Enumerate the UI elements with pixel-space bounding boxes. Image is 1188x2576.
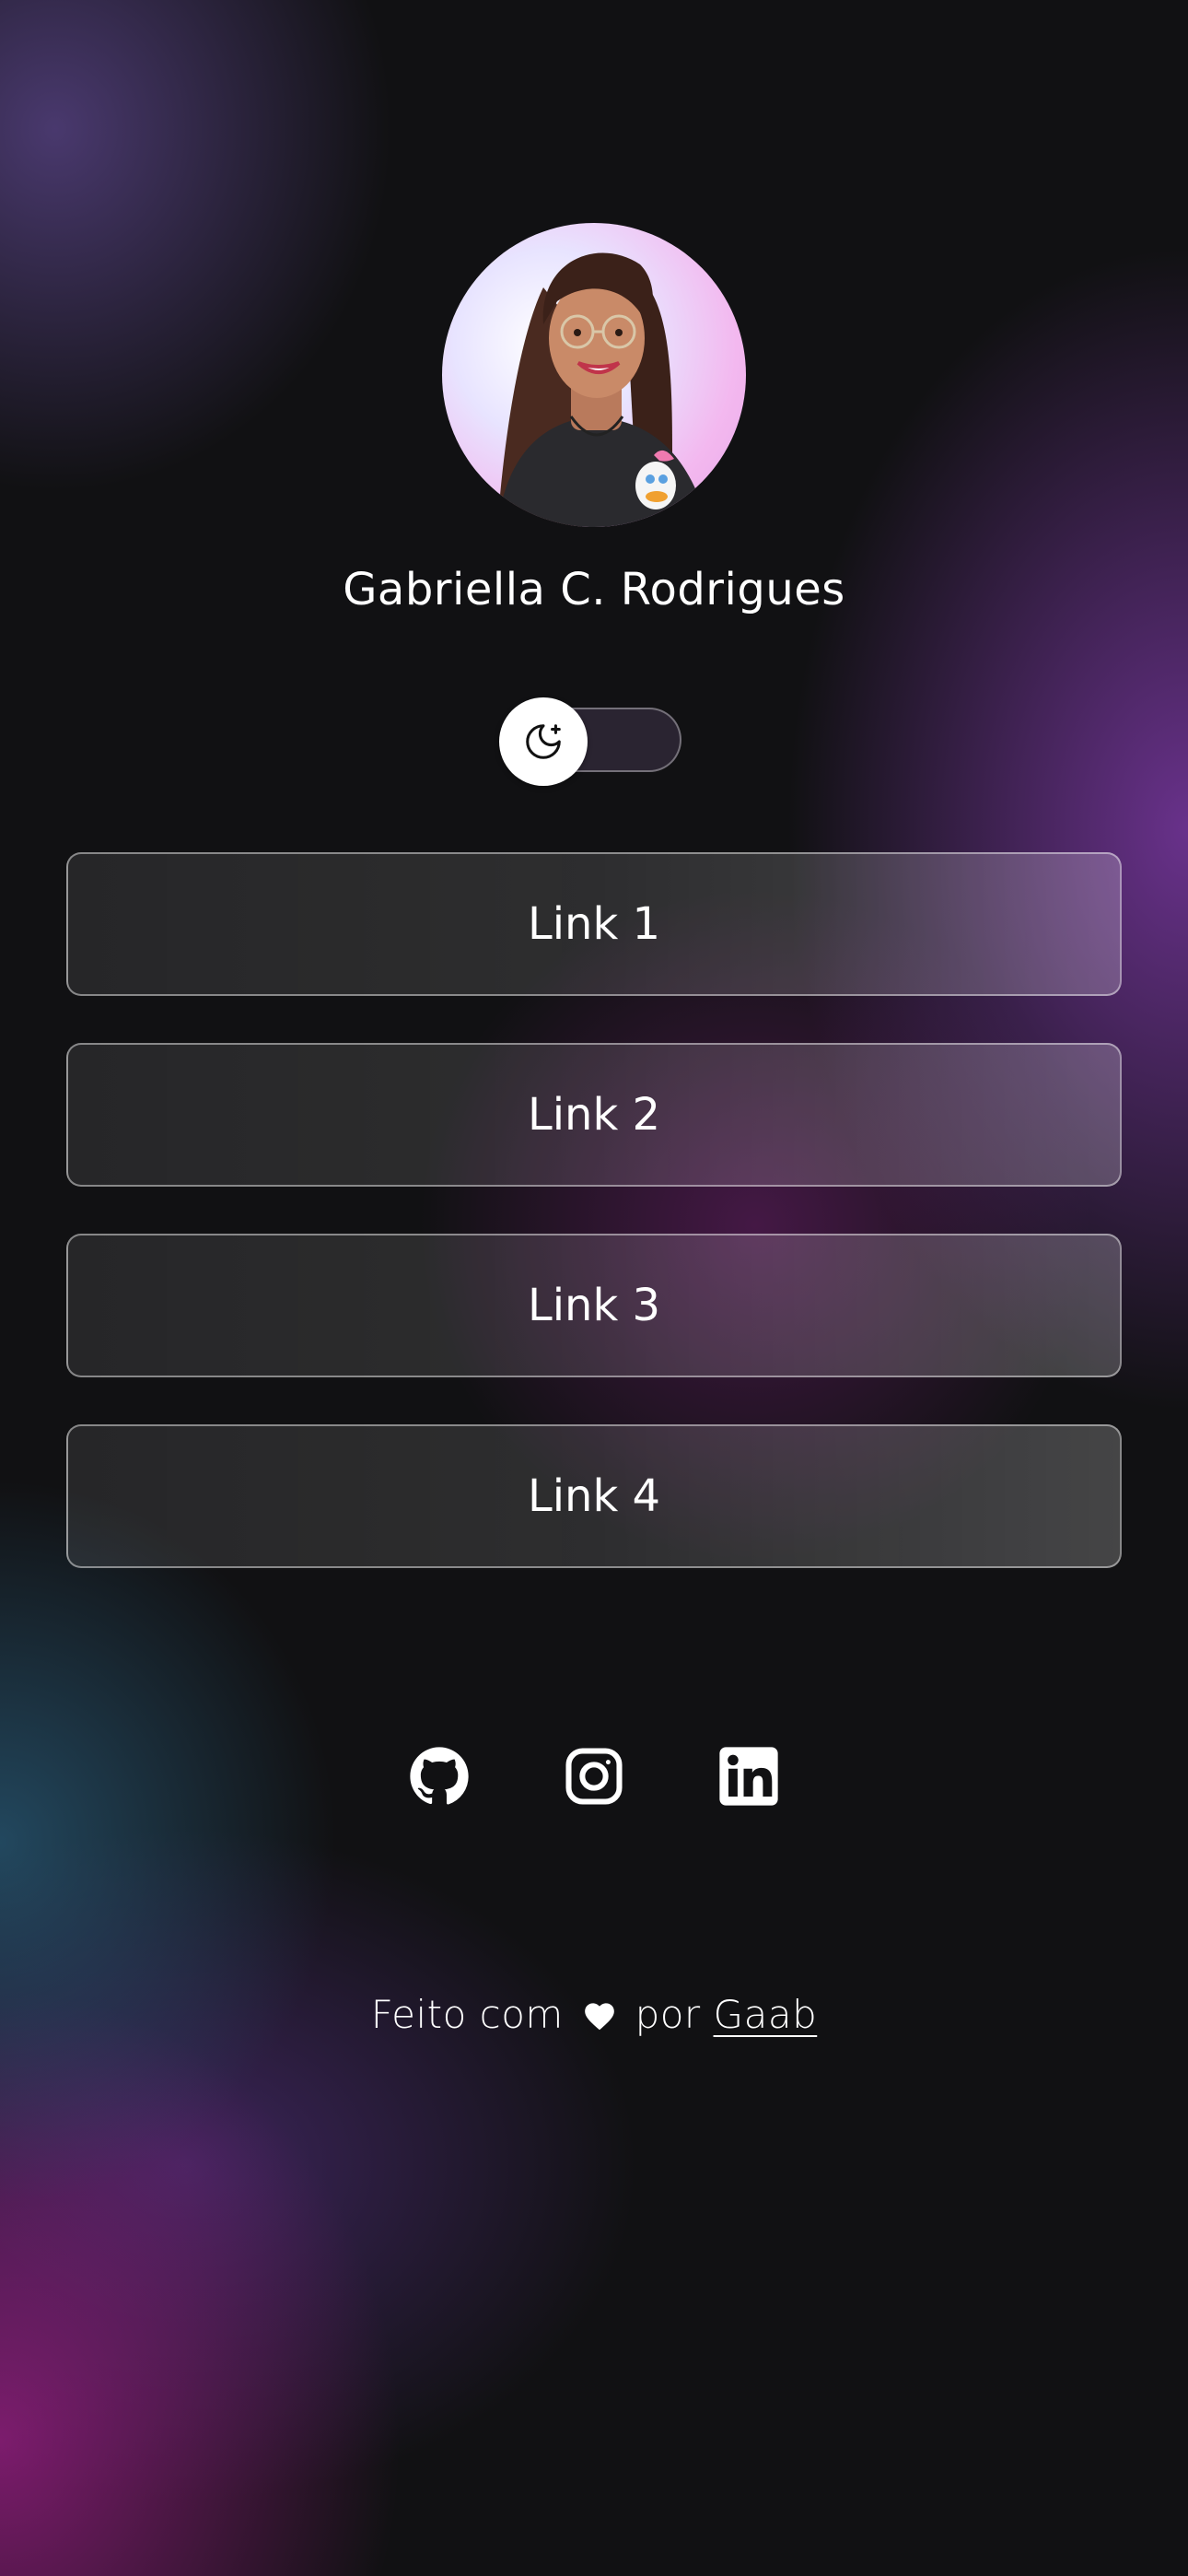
link-button-2[interactable]: Link 2	[66, 1043, 1122, 1187]
page: Gabriella C. Rodrigues Link 1 Link 2 Lin…	[0, 0, 1188, 2576]
link-button-1[interactable]: Link 1	[66, 852, 1122, 996]
social-links	[0, 1746, 1188, 1807]
moon-stars-icon	[526, 724, 561, 759]
avatar	[442, 223, 746, 527]
instagram-link[interactable]	[564, 1746, 624, 1807]
linkedin-icon	[719, 1747, 778, 1806]
linkedin-link[interactable]	[718, 1746, 779, 1807]
links-list: Link 1 Link 2 Link 3 Link 4	[66, 852, 1122, 1615]
footer: Feito com por Gaab	[0, 1992, 1188, 2037]
github-link[interactable]	[409, 1746, 470, 1807]
link-button-4[interactable]: Link 4	[66, 1424, 1122, 1568]
profile-name: Gabriella C. Rodrigues	[343, 564, 845, 615]
link-button-3[interactable]: Link 3	[66, 1234, 1122, 1377]
instagram-icon	[565, 1748, 623, 1805]
github-icon	[410, 1747, 469, 1805]
theme-toggle[interactable]	[499, 697, 681, 786]
footer-prefix: Feito com	[370, 1992, 564, 2037]
toggle-knob[interactable]	[499, 697, 588, 786]
footer-middle: por	[635, 1992, 701, 2037]
author-link[interactable]: Gaab	[714, 1992, 818, 2037]
heart-icon	[584, 2003, 614, 2031]
